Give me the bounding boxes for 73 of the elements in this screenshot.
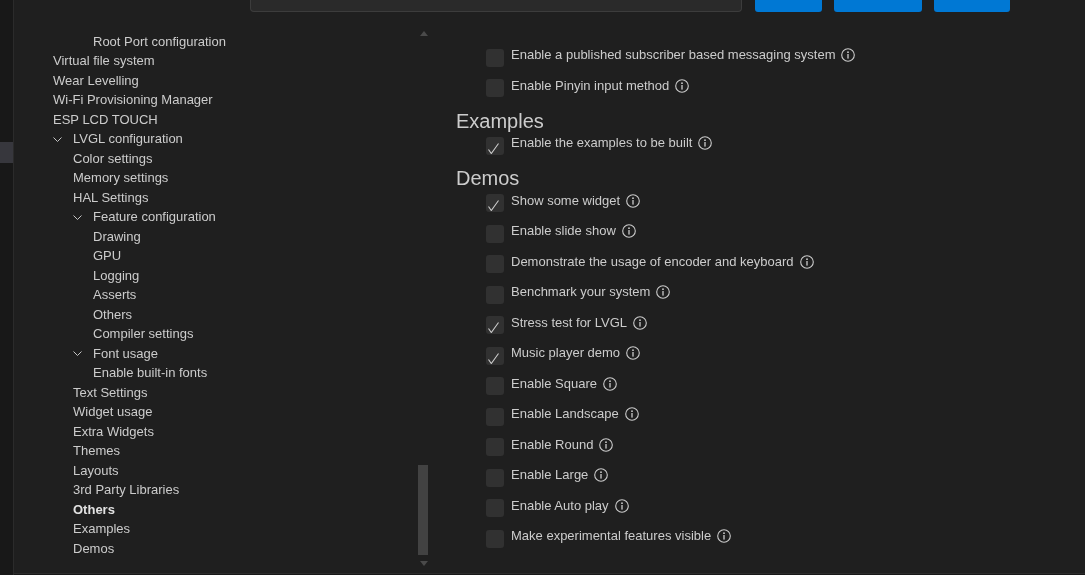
- tree-item[interactable]: Examples: [73, 521, 131, 538]
- info-icon[interactable]: [614, 498, 629, 513]
- chevron-down-icon[interactable]: [73, 351, 82, 357]
- section-heading: Examples: [456, 110, 545, 131]
- info-icon[interactable]: [717, 529, 732, 544]
- setting-label: Show some widget: [511, 192, 621, 209]
- tree-item[interactable]: 3rd Party Libraries: [73, 482, 180, 499]
- check-icon: [488, 200, 499, 212]
- tree-item[interactable]: Wear Levelling: [53, 72, 139, 89]
- tree-item[interactable]: Root Port configuration: [93, 33, 226, 50]
- highlight-strip: [0, 142, 13, 163]
- info-icon[interactable]: [675, 78, 690, 93]
- setting-label: Music player demo: [511, 345, 621, 362]
- info-icon[interactable]: [799, 254, 814, 269]
- checkbox[interactable]: [486, 346, 504, 365]
- tree-item[interactable]: Font usage: [93, 345, 159, 362]
- check-icon: [488, 142, 499, 154]
- tree-item[interactable]: GPU: [93, 248, 122, 265]
- setting-label: Benchmark your system: [511, 284, 651, 301]
- checkbox[interactable]: [486, 194, 504, 213]
- info-icon[interactable]: [656, 285, 671, 300]
- setting-label: Demonstrate the usage of encoder and keyboard: [511, 253, 794, 270]
- check-icon: [488, 322, 499, 334]
- tree-item[interactable]: Others: [73, 501, 115, 518]
- tree-item[interactable]: Compiler settings: [93, 326, 194, 343]
- tree-item[interactable]: Text Settings: [73, 384, 148, 401]
- setting-label: Enable Auto play: [511, 497, 609, 514]
- tree-item[interactable]: Themes: [73, 443, 120, 460]
- info-icon[interactable]: [626, 193, 641, 208]
- check-icon: [488, 352, 499, 364]
- tree-item[interactable]: Layouts: [73, 462, 119, 479]
- setting-label: Enable Landscape: [511, 406, 619, 423]
- tree-item[interactable]: Virtual file system: [53, 53, 155, 70]
- setting-label: Enable a published subscriber based messaging system: [511, 47, 836, 64]
- info-icon[interactable]: [626, 346, 641, 361]
- tree-item[interactable]: Enable built-in fonts: [93, 365, 208, 382]
- setting-label: Enable Large: [511, 467, 589, 484]
- setting-label: Stress test for LVGL: [511, 314, 628, 331]
- info-icon[interactable]: [621, 224, 636, 239]
- setting-label: Enable Square: [511, 375, 597, 392]
- tree-item[interactable]: Widget usage: [73, 404, 153, 421]
- chevron-down-icon[interactable]: [53, 136, 62, 142]
- setting-label: Enable Round: [511, 436, 594, 453]
- search-field[interactable]: [250, 0, 742, 12]
- tree-item[interactable]: LVGL configuration: [73, 131, 183, 148]
- tree-item[interactable]: Wi-Fi Provisioning Manager: [53, 92, 213, 109]
- tree-item[interactable]: Memory settings: [73, 170, 169, 187]
- section-heading: Demos: [456, 168, 521, 188]
- tree-item[interactable]: Feature configuration: [93, 209, 216, 226]
- checkbox[interactable]: [486, 136, 504, 155]
- tree-item[interactable]: Drawing: [93, 228, 141, 245]
- info-icon[interactable]: [594, 468, 609, 483]
- tree-item[interactable]: Others: [93, 306, 132, 323]
- chevron-down-icon[interactable]: [73, 214, 82, 220]
- scrollbar-thumb[interactable]: [418, 465, 428, 555]
- info-icon[interactable]: [603, 376, 617, 391]
- tree-item[interactable]: Color settings: [73, 150, 153, 167]
- tree-item[interactable]: Demos: [73, 540, 115, 557]
- info-icon[interactable]: [633, 315, 648, 330]
- tree-item[interactable]: ESP LCD TOUCH: [53, 111, 158, 128]
- setting-label: Enable Pinyin input method: [511, 77, 670, 94]
- tree-item[interactable]: HAL Settings: [73, 189, 149, 206]
- setting-label: Enable slide show: [511, 223, 616, 240]
- tree-item[interactable]: Asserts: [93, 287, 137, 304]
- checkbox[interactable]: [486, 316, 504, 335]
- info-icon[interactable]: [698, 136, 713, 151]
- tree-item[interactable]: Logging: [93, 267, 140, 284]
- tree-item[interactable]: Extra Widgets: [73, 423, 154, 440]
- setting-label: Make experimental features visible: [511, 528, 712, 545]
- info-icon[interactable]: [841, 48, 856, 63]
- setting-label: Enable the examples to be built: [511, 135, 693, 152]
- info-icon[interactable]: [624, 407, 639, 422]
- info-icon[interactable]: [599, 437, 614, 452]
